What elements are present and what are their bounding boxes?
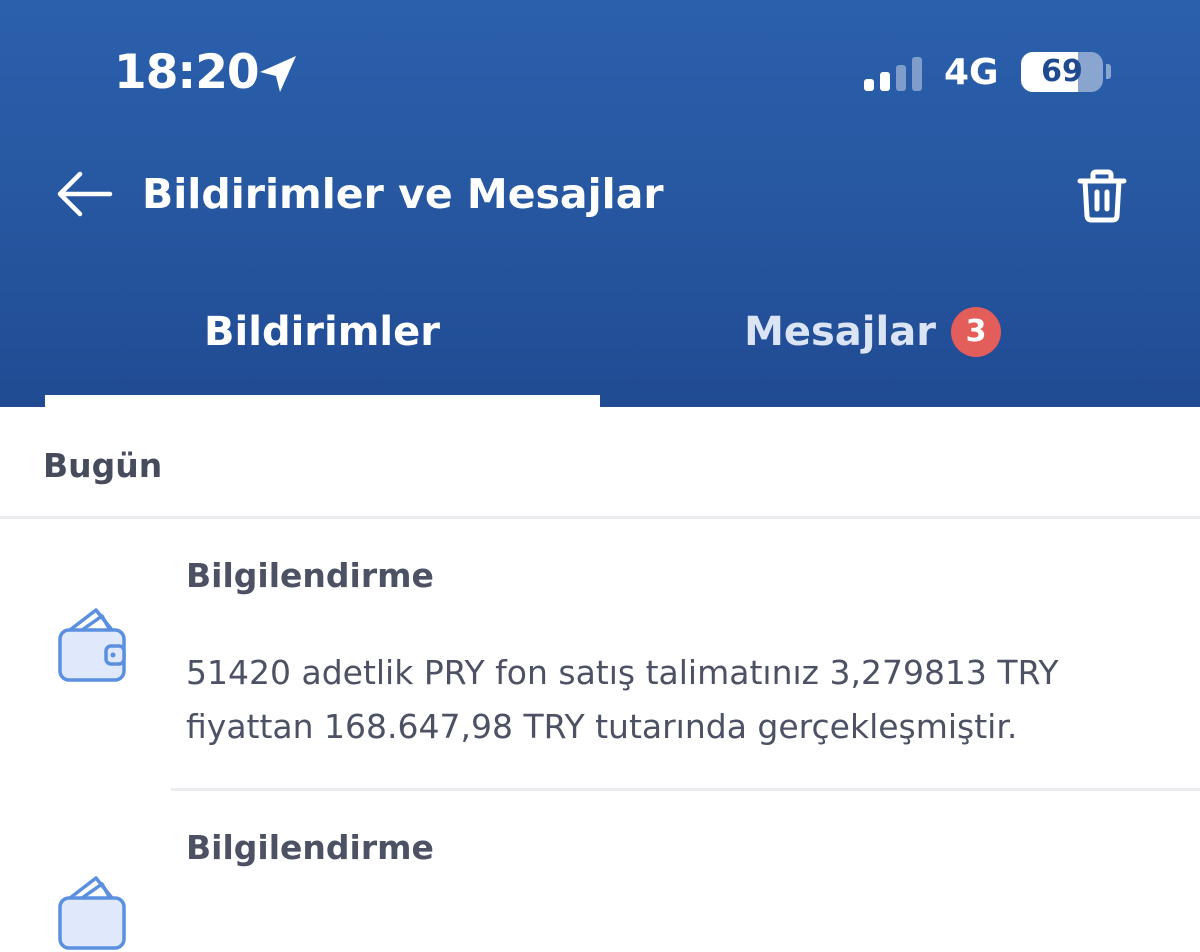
notification-title: Bilgilendirme: [186, 556, 434, 595]
page-title: Bildirimler ve Mesajlar: [142, 170, 664, 218]
tab-bildirimler[interactable]: Bildirimler: [44, 300, 600, 364]
section-divider: [0, 516, 1200, 519]
section-header-today: Bugün: [43, 446, 163, 485]
status-time: 18:20: [114, 45, 260, 100]
battery-icon: 69: [1021, 52, 1103, 92]
location-arrow-icon: [260, 56, 296, 92]
network-type: 4G: [944, 52, 999, 93]
battery-level: 69: [1041, 54, 1083, 89]
unread-count-badge: 3: [951, 307, 1001, 357]
back-arrow-icon[interactable]: [52, 168, 116, 220]
notification-title: Bilgilendirme: [186, 828, 434, 867]
wallet-icon: [58, 608, 126, 682]
notification-body: 51420 adetlik PRY fon satış talimatınız …: [186, 653, 1059, 746]
item-divider: [171, 788, 1200, 791]
tab-mesajlar[interactable]: Mesajlar: [740, 300, 940, 364]
battery-cap: [1106, 64, 1111, 79]
app-header: 18:20 4G 69 Bildirimler ve Mesajlar Bild…: [0, 0, 1200, 407]
cellular-signal-icon: [864, 57, 926, 91]
wallet-icon: [58, 876, 126, 950]
active-tab-indicator: [45, 395, 600, 407]
trash-icon[interactable]: [1072, 166, 1132, 226]
